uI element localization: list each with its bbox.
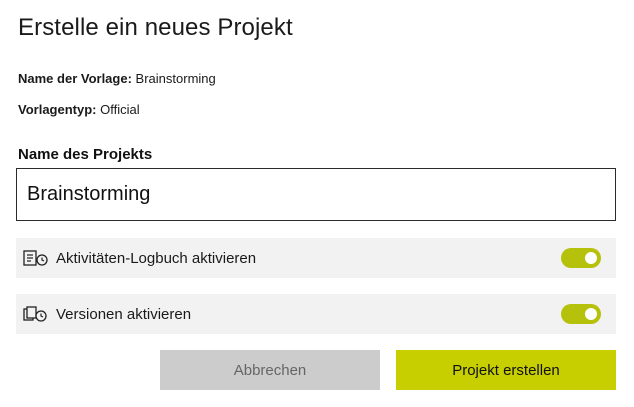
versions-icon — [22, 304, 50, 324]
cancel-button[interactable]: Abbrechen — [160, 350, 380, 390]
template-name-value: Brainstorming — [135, 71, 216, 86]
activity-log-toggle-row: Aktivitäten-Logbuch aktivieren — [16, 238, 616, 278]
dialog-title: Erstelle ein neues Projekt — [18, 14, 293, 41]
activity-log-label: Aktivitäten-Logbuch aktivieren — [56, 249, 257, 267]
template-name-row: Name der Vorlage: Brainstorming — [18, 71, 216, 86]
template-type-label: Vorlagentyp: — [18, 102, 97, 117]
project-name-label: Name des Projekts — [18, 146, 153, 163]
activity-log-switch[interactable] — [561, 248, 601, 268]
template-name-label: Name der Vorlage: — [18, 71, 132, 86]
versions-label: Versionen aktivieren — [56, 305, 192, 323]
versions-toggle-row: Versionen aktivieren — [16, 294, 616, 334]
create-project-button[interactable]: Projekt erstellen — [396, 350, 616, 390]
versions-switch[interactable] — [561, 304, 601, 324]
project-name-input[interactable] — [16, 168, 616, 221]
switch-knob — [585, 308, 597, 320]
template-type-value: Official — [100, 102, 140, 117]
switch-knob — [585, 252, 597, 264]
activity-log-icon — [22, 248, 50, 268]
create-project-dialog: Erstelle ein neues Projekt Name der Vorl… — [0, 0, 634, 407]
template-type-row: Vorlagentyp: Official — [18, 102, 140, 117]
